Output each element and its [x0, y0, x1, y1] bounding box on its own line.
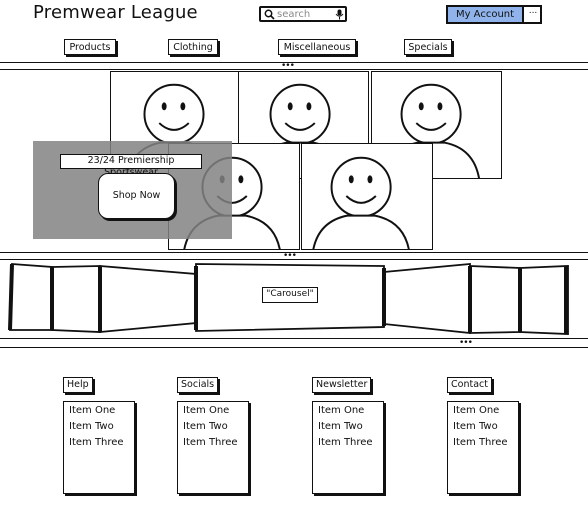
- footer-contact-title: Contact: [447, 377, 492, 393]
- footer-contact-item[interactable]: Item Three: [453, 435, 513, 451]
- account-split-button: My Account ...: [446, 5, 542, 24]
- divider: [0, 62, 588, 63]
- footer-socials-item[interactable]: Item Two: [183, 419, 243, 435]
- hero-title: 23/24 Premiership Sportswear: [60, 154, 202, 178]
- nav-miscellaneous[interactable]: Miscellaneous: [278, 39, 356, 55]
- footer-help-title: Help: [63, 377, 93, 393]
- footer-socials-item[interactable]: Item One: [183, 403, 243, 419]
- site-title: Premwear League: [33, 2, 198, 23]
- nav-specials[interactable]: Specials: [404, 39, 452, 55]
- divider: [0, 69, 588, 70]
- search-placeholder: search: [277, 9, 311, 20]
- footer-socials-item[interactable]: Item Three: [183, 435, 243, 451]
- pager-dots[interactable]: •••: [459, 339, 473, 348]
- microphone-icon[interactable]: [335, 9, 344, 20]
- footer-help-item[interactable]: Item Two: [69, 419, 129, 435]
- avatar-image: [312, 156, 410, 249]
- footer-newsletter-item[interactable]: Item Two: [318, 419, 378, 435]
- nav-products[interactable]: Products: [64, 39, 116, 55]
- footer-help-item[interactable]: Item Three: [69, 435, 129, 451]
- footer-newsletter-item[interactable]: Item Three: [318, 435, 378, 451]
- account-more-button[interactable]: ...: [522, 7, 542, 22]
- footer-contact-item[interactable]: Item Two: [453, 419, 513, 435]
- footer-socials-list: Item One Item Two Item Three: [177, 401, 249, 494]
- footer-socials-title: Socials: [177, 377, 219, 393]
- footer-contact-list: Item One Item Two Item Three: [447, 401, 519, 494]
- footer-newsletter-list: Item One Item Two Item Three: [312, 401, 384, 494]
- divider: [0, 347, 588, 348]
- nav-clothing[interactable]: Clothing: [168, 39, 218, 55]
- carousel-label: "Carousel": [262, 287, 318, 303]
- divider: [0, 338, 588, 339]
- footer-newsletter-item[interactable]: Item One: [318, 403, 378, 419]
- footer-help-item[interactable]: Item One: [69, 403, 129, 419]
- search-icon: [264, 9, 275, 20]
- footer-newsletter-title: Newsletter: [312, 377, 372, 393]
- search-input[interactable]: search: [259, 6, 347, 22]
- shop-now-button[interactable]: Shop Now: [98, 173, 175, 219]
- footer-help-list: Item One Item Two Item Three: [63, 401, 135, 494]
- my-account-button[interactable]: My Account: [448, 7, 522, 22]
- hero-image: [301, 143, 433, 250]
- footer-contact-item[interactable]: Item One: [453, 403, 513, 419]
